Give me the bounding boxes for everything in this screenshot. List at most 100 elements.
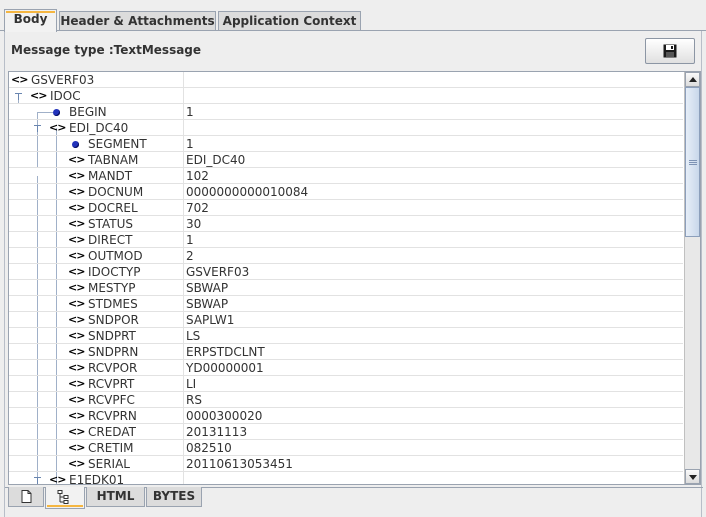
node-name: STDMES — [88, 297, 138, 311]
node-name: SNDPOR — [88, 313, 139, 327]
xml-tag-icon: <> — [68, 345, 85, 358]
scroll-down-button[interactable] — [685, 469, 700, 484]
xml-tag-icon: <> — [68, 297, 85, 310]
node-name: TABNAM — [88, 153, 139, 167]
node-name: RCVPOR — [88, 361, 138, 375]
tab-header-attachments[interactable]: Header & Attachments — [59, 11, 216, 31]
tree-row[interactable]: <> RCVPRT LI — [9, 376, 683, 392]
tree-row[interactable]: <> E1EDK01 — [9, 472, 683, 484]
tab-body[interactable]: Body — [4, 9, 57, 32]
node-value: 1 — [186, 137, 194, 151]
scroll-thumb[interactable] — [685, 87, 700, 237]
node-name: EDI_DC40 — [69, 121, 129, 135]
xml-tag-icon: <> — [68, 153, 85, 166]
leaf-dot-icon — [72, 141, 79, 148]
node-name: BEGIN — [69, 105, 107, 119]
xml-tag-icon: <> — [68, 441, 85, 454]
tree-row[interactable]: <> IDOC — [9, 88, 683, 104]
node-value: 702 — [186, 201, 209, 215]
save-button[interactable] — [645, 38, 695, 64]
node-value: 0000300020 — [186, 409, 263, 423]
tree-row[interactable]: <> SNDPRT LS — [9, 328, 683, 344]
tree-row[interactable]: <> TABNAM EDI_DC40 — [9, 152, 683, 168]
tree-row[interactable]: <> SNDPOR SAPLW1 — [9, 312, 683, 328]
scroll-up-button[interactable] — [685, 72, 700, 87]
node-value: SAPLW1 — [186, 313, 235, 327]
message-type-label: Message type :TextMessage — [11, 43, 202, 57]
tree-row[interactable]: <> CRETIM 082510 — [9, 440, 683, 456]
tree-row[interactable]: <> DOCNUM 0000000000010084 — [9, 184, 683, 200]
tree-row[interactable]: <> DIRECT 1 — [9, 232, 683, 248]
tree-row[interactable]: <> IDOCTYP GSVERF03 — [9, 264, 683, 280]
xml-tag-icon: <> — [30, 89, 47, 102]
tree-row[interactable]: <> MANDT 102 — [9, 168, 683, 184]
node-name: GSVERF03 — [31, 73, 95, 87]
node-value: 20131113 — [186, 425, 248, 439]
tab-html[interactable]: HTML — [86, 487, 145, 507]
xml-tag-icon: <> — [68, 281, 85, 294]
xml-tag-icon: <> — [68, 265, 85, 278]
vertical-scrollbar[interactable] — [684, 72, 700, 484]
xml-tag-icon: <> — [68, 329, 85, 342]
node-name: CRETIM — [88, 441, 134, 455]
xml-tag-icon: <> — [68, 409, 85, 422]
node-value: EDI_DC40 — [186, 153, 246, 167]
node-name: MESTYP — [88, 281, 136, 295]
xml-tag-icon: <> — [68, 217, 85, 230]
document-icon — [21, 490, 31, 503]
node-name: STATUS — [88, 217, 134, 231]
node-value: 1 — [186, 105, 194, 119]
node-value: 102 — [186, 169, 209, 183]
node-name: SNDPRN — [88, 345, 139, 359]
node-name: SEGMENT — [88, 137, 147, 151]
tree-row[interactable]: <> MESTYP SBWAP — [9, 280, 683, 296]
node-value: SBWAP — [186, 281, 229, 295]
tree-row[interactable]: <> SNDPRN ERPSTDCLNT — [9, 344, 683, 360]
tree-row[interactable]: <> CREDAT 20131113 — [9, 424, 683, 440]
node-value: ERPSTDCLNT — [186, 345, 265, 359]
top-tab-bar: Body Header & Attachments Application Co… — [0, 0, 706, 32]
tree-row[interactable]: <> SERIAL 20110613053451 — [9, 456, 683, 472]
tree-row[interactable]: <> STATUS 30 — [9, 216, 683, 232]
floppy-disk-icon — [663, 44, 677, 58]
xml-tag-icon: <> — [49, 473, 66, 484]
node-value: SBWAP — [186, 297, 229, 311]
xml-tag-icon: <> — [49, 121, 66, 134]
tab-tree-view[interactable] — [45, 487, 85, 509]
node-value: 2 — [186, 249, 194, 263]
node-name: IDOC — [50, 89, 81, 103]
xml-tag-icon: <> — [68, 313, 85, 326]
node-value: LI — [186, 377, 197, 391]
xml-tag-icon: <> — [11, 73, 28, 86]
node-name: RCVPRN — [88, 409, 137, 423]
node-value: 082510 — [186, 441, 232, 455]
tab-bytes[interactable]: BYTES — [146, 487, 202, 507]
node-name: SERIAL — [88, 457, 130, 471]
xml-tag-icon: <> — [68, 201, 85, 214]
tree-row[interactable]: <> RCVPRN 0000300020 — [9, 408, 683, 424]
node-value: LS — [186, 329, 201, 343]
tree-row[interactable]: <> RCVPFC RS — [9, 392, 683, 408]
tab-application-context[interactable]: Application Context — [218, 11, 361, 31]
tree-row[interactable]: SEGMENT 1 — [9, 136, 683, 152]
tree-row[interactable]: <> EDI_DC40 — [9, 120, 683, 136]
tree-row[interactable]: BEGIN 1 — [9, 104, 683, 120]
node-name: RCVPFC — [88, 393, 135, 407]
tab-document-view[interactable] — [8, 487, 44, 507]
arrow-down-icon — [689, 475, 697, 480]
node-value: 30 — [186, 217, 202, 231]
arrow-up-icon — [689, 77, 697, 82]
tree-row[interactable]: <> GSVERF03 — [9, 72, 683, 88]
node-value: 0000000000010084 — [186, 185, 309, 199]
xml-tag-icon: <> — [68, 169, 85, 182]
tree-row[interactable]: <> DOCREL 702 — [9, 200, 683, 216]
tree-row[interactable]: <> OUTMOD 2 — [9, 248, 683, 264]
node-name: IDOCTYP — [88, 265, 141, 279]
grip-line — [689, 162, 697, 163]
tree-row[interactable]: <> RCVPOR YD00000001 — [9, 360, 683, 376]
node-name: E1EDK01 — [69, 473, 125, 484]
node-value: 20110613053451 — [186, 457, 293, 471]
bottom-tab-bar: HTML BYTES — [5, 487, 703, 509]
node-name: DOCREL — [88, 201, 138, 215]
tree-row[interactable]: <> STDMES SBWAP — [9, 296, 683, 312]
